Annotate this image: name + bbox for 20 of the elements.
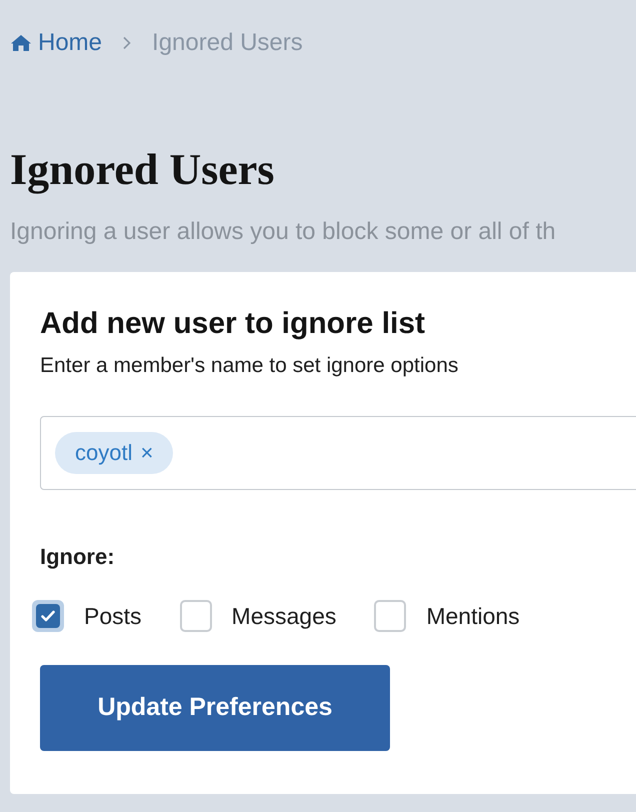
home-link[interactable]: Home (10, 25, 102, 61)
chevron-right-icon (122, 36, 132, 50)
checkmark-icon (41, 610, 55, 622)
checkbox[interactable] (32, 600, 64, 632)
breadcrumb-current: Ignored Users (152, 28, 303, 58)
option-label: Messages (232, 602, 336, 631)
page-title: Ignored Users (10, 148, 274, 192)
form-title: Add new user to ignore list (40, 306, 426, 342)
member-name-field[interactable]: coyotl × (40, 416, 636, 490)
checkbox[interactable] (180, 600, 212, 632)
option-label: Mentions (426, 602, 520, 630)
ignore-label: Ignore: (40, 542, 115, 571)
checkbox[interactable] (374, 600, 406, 632)
update-preferences-button[interactable]: Update Preferences (40, 665, 390, 751)
page-description: Ignoring a user allows you to block some or all of th (10, 217, 556, 247)
remove-token-button[interactable]: × (140, 436, 154, 469)
option-label: Posts (84, 602, 142, 630)
token-label: coyotl (75, 439, 132, 467)
home-icon (10, 34, 32, 52)
form-subtitle: Enter a member's name to set ignore options (40, 353, 458, 379)
